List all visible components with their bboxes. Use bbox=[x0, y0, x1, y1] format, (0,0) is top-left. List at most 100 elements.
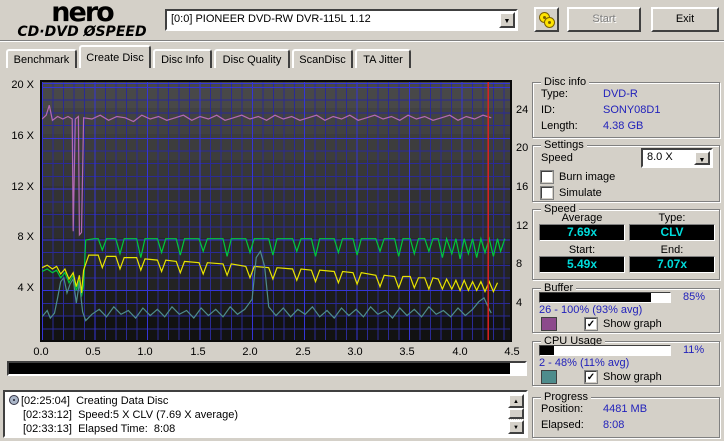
elapsed-label: Elapsed: bbox=[541, 419, 584, 431]
cpu-percent: 11% bbox=[683, 344, 705, 356]
x-axis-tick: 2.5 bbox=[295, 346, 311, 358]
disc-type-label: Type: bbox=[541, 88, 568, 100]
disc-length-value: 4.38 GB bbox=[603, 120, 644, 132]
buffer-color-swatch bbox=[541, 317, 557, 331]
simulate-label: Simulate bbox=[559, 187, 602, 199]
status-log[interactable]: [02:25:04] Creating Data Disc [02:33:12]… bbox=[3, 390, 528, 438]
x-axis-tick: 3.0 bbox=[347, 346, 363, 358]
write-progress-bar bbox=[7, 361, 527, 376]
cpu-meter-fill bbox=[540, 346, 555, 355]
log-text: Speed:5 X CLV (7.69 X average) bbox=[78, 409, 239, 421]
nero-logo-text: nero bbox=[51, 0, 114, 28]
log-line: [02:33:13] Elapsed Time: 8:08 bbox=[9, 422, 506, 436]
cpu-color-swatch bbox=[541, 370, 557, 384]
position-label: Position: bbox=[541, 403, 584, 415]
log-text: Elapsed Time: 8:08 bbox=[78, 423, 176, 435]
x-axis-tick: 4.5 bbox=[504, 346, 520, 358]
nero-logo: nero CD·DVD ØSPEED bbox=[6, 0, 158, 40]
elapsed-value: 8:08 bbox=[603, 419, 625, 431]
graph-series bbox=[42, 82, 506, 340]
start-label: Start: bbox=[568, 244, 596, 256]
log-timestamp: [02:33:12] bbox=[23, 409, 72, 421]
drive-select[interactable]: [0:0] PIONEER DVD-RW DVR-115L 1.12 ▼ bbox=[165, 9, 518, 31]
buffer-show-graph-checkbox[interactable]: ✓ bbox=[584, 317, 598, 331]
cpu-show-graph-label: Show graph bbox=[603, 371, 662, 383]
disc-icon bbox=[9, 395, 19, 405]
chevron-down-icon[interactable]: ▼ bbox=[499, 12, 515, 28]
series-requested-speed bbox=[42, 254, 499, 294]
toolbar-divider bbox=[0, 40, 724, 42]
type-label: Type: bbox=[658, 212, 686, 224]
disc-info-group: Disc info Type: DVD-R ID: SONY08D1 Lengt… bbox=[532, 76, 720, 138]
simulate-checkbox[interactable] bbox=[540, 186, 554, 200]
buffer-show-graph-label: Show graph bbox=[603, 318, 662, 330]
x-axis-tick: 1.0 bbox=[137, 346, 153, 358]
x-axis-tick: 3.5 bbox=[399, 346, 415, 358]
x-axis-tick: 4.0 bbox=[452, 346, 468, 358]
progress-group: Progress Position: 4481 MB Elapsed: 8:08 bbox=[532, 391, 720, 438]
x-axis-tick: 1.5 bbox=[190, 346, 206, 358]
cpu-show-graph-checkbox[interactable]: ✓ bbox=[584, 370, 598, 384]
buffer-meter bbox=[539, 292, 671, 303]
log-text: Creating Data Disc bbox=[76, 395, 169, 407]
tab-ta-jitter[interactable]: TA Jitter bbox=[355, 49, 411, 68]
buffer-range: 26 - 100% (93% avg) bbox=[539, 304, 643, 316]
series-cpu-usage bbox=[42, 249, 492, 322]
chevron-down-icon[interactable]: ▼ bbox=[694, 151, 710, 165]
position-value: 4481 MB bbox=[603, 403, 648, 415]
scrollbar-thumb[interactable] bbox=[508, 408, 524, 419]
log-timestamp: [02:25:04] bbox=[21, 395, 70, 407]
disc-type-value: DVD-R bbox=[603, 88, 638, 100]
x-axis-tick: 0.5 bbox=[85, 346, 101, 358]
log-line: [02:25:04] Creating Data Disc bbox=[9, 394, 506, 408]
average-speed-lcd: 7.69x bbox=[539, 224, 625, 241]
tab-disc-quality[interactable]: Disc Quality bbox=[214, 49, 290, 68]
y-axis-tick-left: 8 X bbox=[17, 231, 34, 243]
log-scrollbar[interactable]: ▲ ▼ bbox=[508, 394, 524, 434]
y-axis-tick-left: 4 X bbox=[17, 282, 34, 294]
x-axis-tick: 0.0 bbox=[33, 346, 49, 358]
tab-create-disc[interactable]: Create Disc bbox=[79, 45, 151, 68]
scroll-down-icon[interactable]: ▼ bbox=[508, 420, 524, 434]
cdspeed-logo-text: CD·DVD ØSPEED bbox=[17, 24, 147, 40]
y-axis-tick-left: 12 X bbox=[11, 181, 34, 193]
burn-image-checkbox[interactable] bbox=[540, 170, 554, 184]
speed-group: Speed Average Type: 7.69x CLV Start: End… bbox=[532, 203, 720, 280]
write-progress-fill bbox=[9, 363, 510, 374]
discs-button[interactable] bbox=[534, 7, 559, 32]
burn-image-label: Burn image bbox=[559, 171, 616, 183]
disc-id-label: ID: bbox=[541, 104, 556, 116]
group-legend: Settings bbox=[541, 139, 587, 152]
speed-select-value: 8.0 X bbox=[647, 151, 673, 163]
series-buffer bbox=[42, 105, 492, 237]
cpu-usage-group: CPU Usage 11% 2 - 48% (11% avg) ✓ Show g… bbox=[532, 335, 720, 386]
buffer-meter-fill bbox=[540, 293, 651, 302]
buffer-group: Buffer 85% 26 - 100% (93% avg) ✓ Show gr… bbox=[532, 282, 720, 333]
disc-id-value: SONY08D1 bbox=[603, 104, 661, 116]
tab-scandisc[interactable]: ScanDisc bbox=[292, 49, 353, 68]
drive-select-value: [0:0] PIONEER DVD-RW DVR-115L 1.12 bbox=[171, 13, 371, 25]
x-axis-tick: 2.0 bbox=[242, 346, 258, 358]
buffer-percent: 85% bbox=[683, 291, 706, 303]
scroll-up-icon[interactable]: ▲ bbox=[508, 394, 524, 408]
start-speed-lcd: 5.49x bbox=[539, 256, 625, 273]
y-axis-tick-left: 16 X bbox=[11, 130, 34, 142]
start-button[interactable]: Start bbox=[567, 7, 641, 32]
y-axis-tick-left: 20 X bbox=[11, 79, 34, 91]
average-label: Average bbox=[561, 212, 603, 224]
disc-icon bbox=[544, 17, 555, 28]
end-speed-lcd: 7.07x bbox=[629, 256, 715, 273]
series-write-speed bbox=[42, 236, 506, 297]
tab-benchmark[interactable]: Benchmark bbox=[6, 49, 77, 68]
burn-speed-graph bbox=[40, 80, 512, 342]
log-timestamp: [02:33:13] bbox=[23, 423, 72, 435]
speed-type-lcd: CLV bbox=[629, 224, 715, 241]
disc-length-label: Length: bbox=[541, 120, 578, 132]
cpu-range: 2 - 48% (11% avg) bbox=[539, 357, 630, 369]
cpu-meter bbox=[539, 345, 671, 356]
tab-disc-info[interactable]: Disc Info bbox=[153, 49, 212, 68]
speed-select[interactable]: 8.0 X ▼ bbox=[641, 148, 713, 168]
log-line: [02:33:12] Speed:5 X CLV (7.69 X average… bbox=[9, 408, 506, 422]
exit-button[interactable]: Exit bbox=[651, 7, 719, 32]
speed-label: Speed bbox=[541, 152, 573, 164]
